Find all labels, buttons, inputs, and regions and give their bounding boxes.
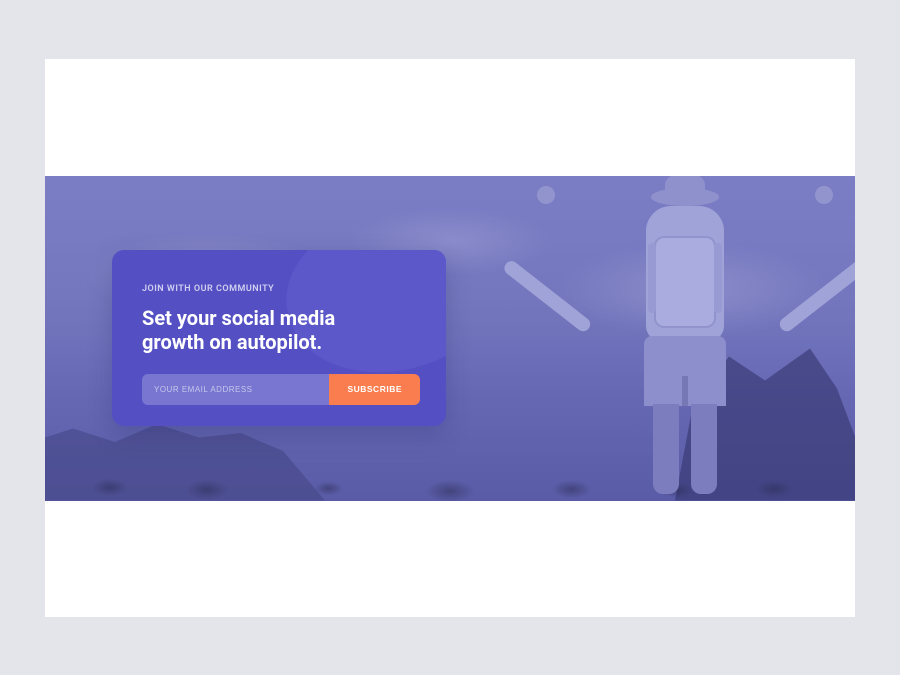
subscribe-card: JOIN WITH OUR COMMUNITY Set your social … (112, 250, 446, 426)
headline-line-2: growth on autopilot. (142, 330, 322, 354)
page-wrapper: JOIN WITH OUR COMMUNITY Set your social … (45, 59, 855, 617)
card-eyebrow: JOIN WITH OUR COMMUNITY (142, 284, 416, 294)
headline-line-1: Set your social media (142, 306, 335, 330)
subscribe-form: SUBSCRIBE (142, 374, 420, 405)
card-headline: Set your social media growth on autopilo… (142, 306, 416, 354)
subscribe-button[interactable]: SUBSCRIBE (329, 374, 420, 405)
email-input[interactable] (142, 374, 329, 405)
hero-section: JOIN WITH OUR COMMUNITY Set your social … (45, 176, 855, 501)
